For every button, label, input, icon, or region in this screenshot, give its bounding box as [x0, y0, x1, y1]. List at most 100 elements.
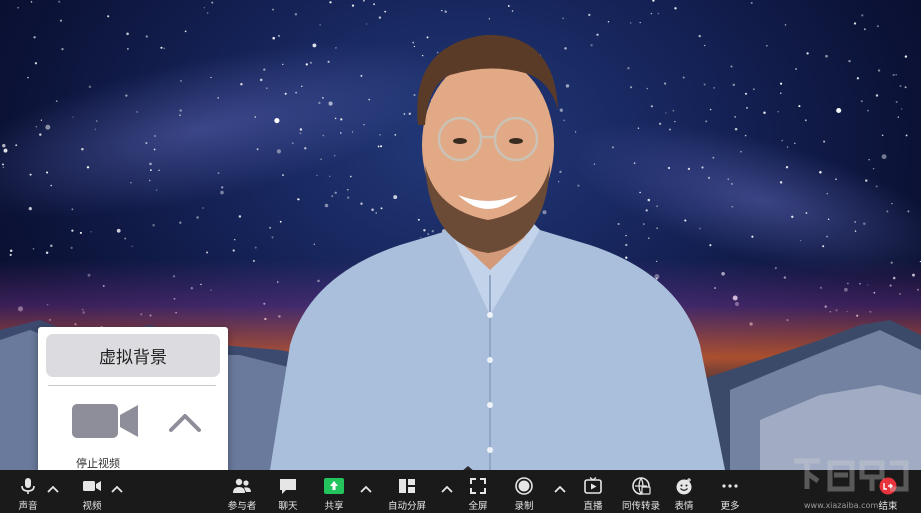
- transcribe-label: 同传转录: [621, 501, 660, 512]
- star: [232, 249, 235, 252]
- star: [753, 88, 755, 90]
- participants-label: 参与者: [227, 501, 257, 512]
- chat-button[interactable]: 聊天: [274, 470, 302, 513]
- star: [79, 231, 82, 234]
- more-button[interactable]: 更多: [716, 470, 744, 513]
- presenter: [270, 34, 725, 470]
- fullscreen-button[interactable]: 全屏: [464, 470, 492, 513]
- record-options-chevron-icon[interactable]: [553, 484, 567, 494]
- star: [34, 62, 38, 65]
- star: [158, 169, 160, 171]
- star: [895, 100, 898, 103]
- star: [28, 206, 32, 211]
- star: [221, 186, 224, 189]
- star: [3, 148, 8, 153]
- audio-label: 声音: [18, 501, 38, 512]
- video-button[interactable]: 视频: [78, 470, 106, 513]
- star: [897, 116, 899, 118]
- star: [868, 159, 870, 161]
- chat-bubble-icon: [280, 479, 296, 494]
- star: [206, 251, 209, 254]
- star: [32, 248, 35, 250]
- star: [786, 146, 789, 148]
- star: [86, 166, 90, 169]
- star: [206, 12, 209, 14]
- star: [217, 172, 220, 174]
- star: [744, 134, 747, 137]
- transcribe-button[interactable]: 同传转录: [618, 470, 664, 513]
- star: [35, 125, 38, 128]
- star: [163, 47, 166, 50]
- star: [30, 1, 33, 3]
- record-label: 录制: [514, 501, 534, 512]
- star: [794, 142, 796, 145]
- star: [781, 139, 784, 142]
- star: [881, 134, 884, 137]
- star: [202, 207, 204, 209]
- video-camera-icon[interactable]: [72, 401, 140, 441]
- star: [145, 35, 148, 38]
- star: [904, 55, 908, 58]
- star: [384, 10, 387, 13]
- reactions-button[interactable]: 表情: [670, 470, 698, 513]
- record-button[interactable]: 录制: [510, 470, 538, 513]
- star: [81, 147, 84, 151]
- audio-options-chevron-icon[interactable]: [46, 484, 60, 494]
- star: [71, 208, 74, 211]
- split-layout-icon: [399, 479, 415, 493]
- star: [835, 178, 837, 181]
- share-label: 共享: [324, 501, 344, 512]
- live-button[interactable]: 直播: [579, 470, 607, 513]
- star: [148, 179, 151, 182]
- star: [88, 85, 92, 89]
- star: [27, 76, 29, 79]
- star: [220, 190, 224, 195]
- watermark-logo: [794, 458, 909, 492]
- star: [750, 1, 753, 4]
- star: [826, 235, 829, 238]
- star: [791, 215, 794, 218]
- star: [184, 30, 187, 33]
- star: [351, 4, 355, 7]
- star: [17, 7, 19, 9]
- star: [763, 111, 766, 114]
- star: [124, 237, 127, 240]
- layout-options-chevron-icon[interactable]: [440, 484, 454, 494]
- star: [94, 128, 96, 130]
- chevron-up-icon[interactable]: [168, 411, 202, 433]
- star: [125, 94, 128, 97]
- star: [836, 107, 842, 114]
- star: [217, 97, 220, 99]
- star: [90, 231, 92, 233]
- star: [2, 166, 5, 168]
- auto-split-button[interactable]: 自动分屏: [384, 470, 430, 513]
- star: [744, 92, 748, 95]
- share-options-chevron-icon[interactable]: [359, 484, 373, 494]
- audio-button[interactable]: 声音: [14, 470, 42, 513]
- star: [766, 45, 768, 47]
- star: [784, 24, 787, 26]
- star: [877, 69, 881, 72]
- star: [150, 169, 152, 172]
- star: [130, 182, 132, 184]
- virtual-background-button[interactable]: 虚拟背景: [46, 334, 220, 377]
- share-button[interactable]: 共享: [320, 470, 348, 513]
- star: [798, 105, 801, 108]
- star: [72, 116, 74, 118]
- video-options-chevron-icon[interactable]: [110, 484, 124, 494]
- star: [848, 59, 851, 63]
- end-label: 结束: [878, 501, 898, 512]
- star: [240, 83, 243, 86]
- star: [373, 3, 376, 6]
- star: [149, 162, 152, 166]
- star: [861, 14, 864, 17]
- star: [864, 28, 866, 31]
- star: [853, 22, 857, 25]
- participants-button[interactable]: 参与者: [224, 470, 260, 513]
- star: [46, 171, 49, 174]
- star: [61, 47, 64, 51]
- star: [50, 244, 53, 247]
- star: [131, 245, 133, 247]
- star: [751, 235, 754, 238]
- star: [180, 79, 182, 82]
